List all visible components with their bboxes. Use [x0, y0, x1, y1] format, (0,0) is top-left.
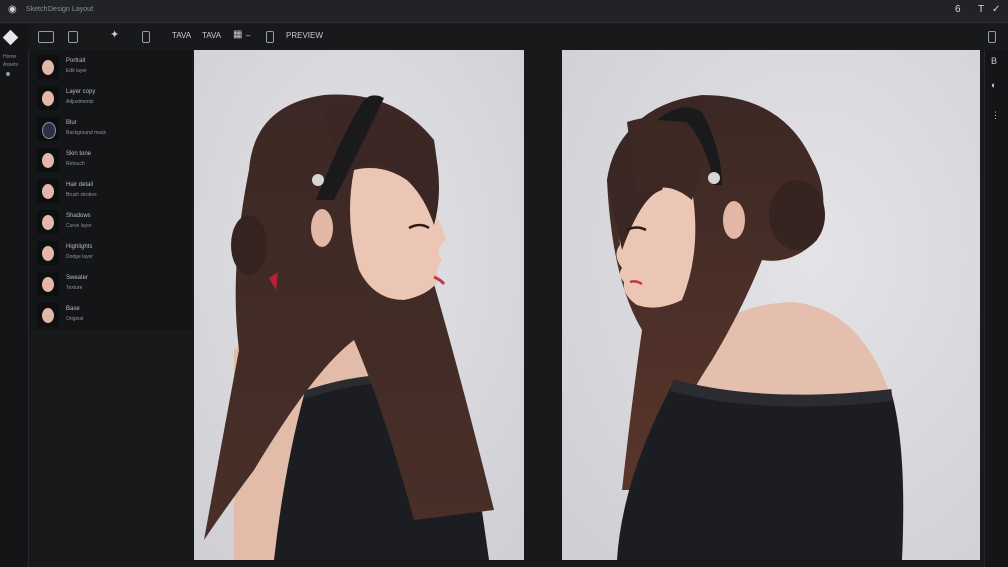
layer-title: Portrait — [66, 58, 86, 64]
menu-item-layout[interactable]: Layout — [72, 6, 93, 13]
more-vertical-icon[interactable]: ⋮ — [991, 110, 1000, 121]
document-icon[interactable] — [68, 31, 78, 43]
layer-subtitle: Adjustments — [66, 99, 94, 105]
layer-title: Shadows — [66, 213, 91, 219]
layer-thumbnail — [37, 241, 59, 265]
moon-icon[interactable]: ◐ — [991, 80, 996, 90]
text-icon[interactable]: T — [978, 4, 984, 15]
layer-thumbnail-face — [42, 184, 54, 199]
layer-title: Layer copy — [66, 89, 96, 95]
figure-icon[interactable]: ✦ — [110, 28, 119, 41]
layer-subtitle: Retouch — [66, 161, 85, 167]
frame-icon[interactable] — [38, 31, 54, 43]
layer-row[interactable]: Blur Background mask — [34, 114, 190, 144]
layer-thumbnail — [37, 86, 59, 110]
layer-row[interactable]: Shadows Curve layer — [34, 207, 190, 237]
right-page-icon[interactable] — [988, 31, 996, 43]
layer-title: Highlights — [66, 244, 93, 250]
layer-row[interactable]: Skin tone Retouch — [34, 145, 190, 175]
layer-thumbnail — [37, 148, 59, 172]
layer-row[interactable]: Portrait Edit layer — [34, 52, 190, 82]
layer-thumbnail-face — [42, 308, 54, 323]
portrait-left-image — [194, 50, 524, 560]
layer-thumbnail — [37, 55, 59, 79]
menu-item-sketch[interactable]: Sketch — [26, 6, 47, 13]
preview-button[interactable]: PREVIEW — [286, 31, 323, 40]
layer-thumbnail-face — [42, 153, 54, 168]
grid-icon[interactable]: ▦ — [233, 29, 242, 40]
page-icon[interactable] — [142, 31, 150, 43]
tab-tava-1[interactable]: TAVA — [172, 31, 191, 40]
dot-icon[interactable] — [6, 72, 10, 76]
layer-thumbnail-face — [42, 277, 54, 292]
rail-label-home[interactable]: Home — [3, 54, 16, 60]
layer-title: Base — [66, 306, 80, 312]
panel-icon-b[interactable]: B — [991, 56, 997, 66]
layer-thumbnail — [37, 303, 59, 327]
left-tool-rail: Home Assets — [0, 24, 29, 567]
layer-subtitle: Brush strokes — [66, 192, 97, 198]
layer-thumbnail — [37, 117, 59, 141]
layer-row[interactable]: Base Original — [34, 300, 190, 330]
toolbar: ✦ TAVA TAVA ▦ – PREVIEW — [28, 24, 1008, 50]
layer-title: Hair detail — [66, 182, 94, 188]
layer-thumbnail — [37, 272, 59, 296]
menu-item-design[interactable]: Design — [48, 6, 70, 13]
layer-row[interactable]: Highlights Dodge layer — [34, 238, 190, 268]
layer-row[interactable]: Layer copy Adjustments — [34, 83, 190, 113]
layers-panel: Portrait Edit layer Layer copy Adjustments B… — [30, 50, 192, 330]
title-icon-1[interactable]: 6 — [955, 4, 961, 15]
layer-thumbnail-face — [42, 122, 56, 139]
layer-title: Blur — [66, 120, 77, 126]
layer-row[interactable]: Hair detail Brush strokes — [34, 176, 190, 206]
layer-subtitle: Curve layer — [66, 223, 92, 229]
layer-thumbnail-face — [42, 246, 54, 261]
layer-subtitle: Original — [66, 316, 84, 322]
layer-title: Sweater — [66, 275, 89, 281]
layer-thumbnail — [37, 179, 59, 203]
check-icon[interactable]: ✓ — [992, 4, 1000, 15]
title-bar: ◉ Sketch Design Layout 6 T ✓ — [0, 0, 1008, 23]
tab-tava-2[interactable]: TAVA — [202, 31, 221, 40]
layer-thumbnail — [37, 210, 59, 234]
canvas-right[interactable] — [562, 50, 980, 560]
chevron-down-icon[interactable]: – — [246, 31, 250, 40]
layer-subtitle: Background mask — [66, 130, 107, 136]
layer-subtitle: Texture — [66, 285, 83, 291]
canvas-left[interactable] — [194, 50, 524, 560]
layer-subtitle: Dodge layer — [66, 254, 93, 260]
single-page-icon[interactable] — [266, 31, 274, 43]
layer-thumbnail-face — [42, 215, 54, 230]
right-panel: B ◐ ⋮ — [984, 50, 1008, 567]
diamond-logo-icon[interactable] — [2, 29, 19, 46]
layer-subtitle: Edit layer — [66, 68, 87, 74]
app-eye-icon[interactable]: ◉ — [8, 4, 17, 15]
rail-label-assets[interactable]: Assets — [3, 62, 18, 68]
portrait-right-image — [562, 50, 980, 560]
layer-title: Skin tone — [66, 151, 92, 157]
layer-thumbnail-face — [42, 60, 54, 75]
layer-thumbnail-face — [42, 91, 54, 106]
layer-row[interactable]: Sweater Texture — [34, 269, 190, 299]
